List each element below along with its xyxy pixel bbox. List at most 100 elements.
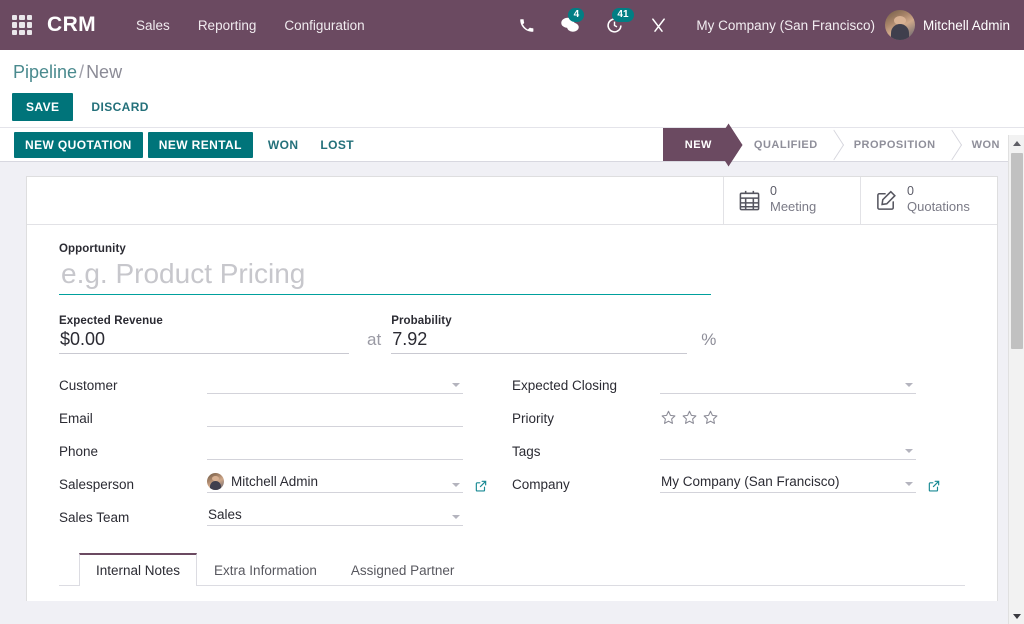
form-view-area: 0 Meeting 0 Quotations Opport <box>0 162 1024 601</box>
sales-team-input[interactable] <box>207 506 463 526</box>
revenue-probability-row: Expected Revenue at Probability % <box>59 315 965 354</box>
navbar-right-group: 4 41 My Company (San Francisco) Mitchell… <box>504 0 1024 50</box>
calendar-icon <box>738 189 761 212</box>
field-row-company: Company <box>512 471 965 493</box>
user-name: Mitchell Admin <box>923 18 1010 33</box>
top-navbar: CRM Sales Reporting Configuration 4 41 <box>0 0 1024 50</box>
field-row-phone: Phone <box>59 438 512 460</box>
messages-badge: 4 <box>568 8 584 22</box>
company-input[interactable] <box>660 473 916 493</box>
tab-extra-information[interactable]: Extra Information <box>197 553 334 586</box>
expected-closing-input[interactable] <box>660 374 916 394</box>
save-button[interactable]: SAVE <box>12 93 73 121</box>
opportunity-field-group: Opportunity <box>59 243 711 295</box>
activities-clock-icon[interactable]: 41 <box>603 14 625 36</box>
star-icon-2[interactable] <box>681 409 698 426</box>
notebook: Internal Notes Extra Information Assigne… <box>59 553 965 601</box>
field-row-priority: Priority <box>512 405 965 427</box>
apps-grid-icon[interactable] <box>9 12 35 38</box>
opportunity-input[interactable] <box>59 255 711 295</box>
field-row-customer: Customer <box>59 372 512 394</box>
salesperson-avatar <box>207 473 224 490</box>
scrollbar-track[interactable] <box>1009 151 1024 608</box>
mark-won-button[interactable]: WON <box>258 132 309 158</box>
scroll-up-arrow-icon[interactable] <box>1009 135 1024 151</box>
company-label: Company <box>512 477 660 493</box>
chevron-down-icon <box>452 483 460 487</box>
pencil-square-icon <box>875 189 898 212</box>
mark-lost-button[interactable]: LOST <box>310 132 364 158</box>
customer-input[interactable] <box>207 374 463 394</box>
left-field-column: Customer Email Phone <box>59 372 512 537</box>
probability-group: Probability <box>391 315 691 354</box>
field-row-expected-closing: Expected Closing <box>512 372 965 394</box>
stat-button-quotations[interactable]: 0 Quotations <box>860 177 997 224</box>
meeting-label: Meeting <box>770 199 816 214</box>
probability-label: Probability <box>391 315 691 327</box>
breadcrumb: Pipeline/New <box>12 58 1012 85</box>
sales-team-label: Sales Team <box>59 510 207 526</box>
phone-icon[interactable] <box>515 14 537 36</box>
tags-input[interactable] <box>660 440 916 460</box>
notebook-page-internal-notes[interactable] <box>59 586 965 601</box>
field-row-email: Email <box>59 405 512 427</box>
stage-proposition[interactable]: PROPOSITION <box>834 128 952 161</box>
navbar-company-name[interactable]: My Company (San Francisco) <box>696 18 875 33</box>
avatar <box>885 10 915 40</box>
probability-input[interactable] <box>391 327 687 354</box>
tab-internal-notes[interactable]: Internal Notes <box>79 553 197 586</box>
meeting-count: 0 <box>770 184 816 198</box>
phone-input[interactable] <box>207 440 463 460</box>
form-sheet: 0 Meeting 0 Quotations Opport <box>26 176 998 601</box>
scrollbar-thumb[interactable] <box>1011 153 1023 349</box>
vertical-scrollbar[interactable] <box>1008 135 1024 624</box>
menu-configuration[interactable]: Configuration <box>270 12 378 39</box>
form-fields: Opportunity Expected Revenue at Probabil… <box>27 225 997 601</box>
percent-suffix: % <box>701 330 716 350</box>
field-row-tags: Tags <box>512 438 965 460</box>
field-row-salesperson: Salesperson Mitchell Admin <box>59 471 512 493</box>
control-panel: Pipeline/New SAVE DISCARD <box>0 50 1024 127</box>
customer-label: Customer <box>59 378 207 394</box>
tags-label: Tags <box>512 444 660 460</box>
user-menu[interactable]: Mitchell Admin <box>885 10 1010 40</box>
expected-revenue-label: Expected Revenue <box>59 315 359 327</box>
field-columns: Customer Email Phone <box>59 372 965 537</box>
company-external-link-icon[interactable] <box>927 479 941 493</box>
expected-revenue-input[interactable] <box>59 327 349 354</box>
status-bar-actions: NEW QUOTATION NEW RENTAL WON LOST <box>0 128 366 161</box>
salesperson-value[interactable]: Mitchell Admin <box>231 474 318 489</box>
right-field-column: Expected Closing Priority <box>512 372 965 537</box>
app-brand-crm[interactable]: CRM <box>47 13 96 37</box>
star-icon-1[interactable] <box>660 409 677 426</box>
email-input[interactable] <box>207 407 463 427</box>
messages-icon[interactable]: 4 <box>559 14 581 36</box>
tab-assigned-partner[interactable]: Assigned Partner <box>334 553 472 586</box>
priority-label: Priority <box>512 411 660 427</box>
stage-new[interactable]: NEW <box>663 128 728 161</box>
expected-revenue-group: Expected Revenue <box>59 315 359 354</box>
email-label: Email <box>59 411 207 427</box>
discard-button[interactable]: DISCARD <box>79 93 160 121</box>
quotations-label: Quotations <box>907 199 970 214</box>
stage-qualified[interactable]: QUALIFIED <box>728 128 834 161</box>
new-rental-button[interactable]: NEW RENTAL <box>148 132 253 158</box>
status-bar: NEW QUOTATION NEW RENTAL WON LOST NEW QU… <box>0 127 1024 162</box>
salesperson-external-link-icon[interactable] <box>474 479 488 493</box>
menu-sales[interactable]: Sales <box>122 12 184 39</box>
stat-button-box: 0 Meeting 0 Quotations <box>27 177 997 225</box>
at-separator: at <box>367 330 381 350</box>
star-icon-3[interactable] <box>702 409 719 426</box>
menu-reporting[interactable]: Reporting <box>184 12 271 39</box>
record-actions: SAVE DISCARD <box>12 93 1012 121</box>
quotations-count: 0 <box>907 184 970 198</box>
scroll-down-arrow-icon[interactable] <box>1009 608 1024 624</box>
new-quotation-button[interactable]: NEW QUOTATION <box>14 132 143 158</box>
breadcrumb-pipeline[interactable]: Pipeline <box>13 62 77 82</box>
notebook-tabs: Internal Notes Extra Information Assigne… <box>59 553 965 586</box>
field-row-sales-team: Sales Team <box>59 504 512 526</box>
expected-closing-label: Expected Closing <box>512 378 660 394</box>
stage-pipeline: NEW QUALIFIED PROPOSITION WON <box>663 128 1024 161</box>
stat-button-meeting[interactable]: 0 Meeting <box>723 177 860 224</box>
tools-wrench-icon[interactable] <box>647 14 669 36</box>
